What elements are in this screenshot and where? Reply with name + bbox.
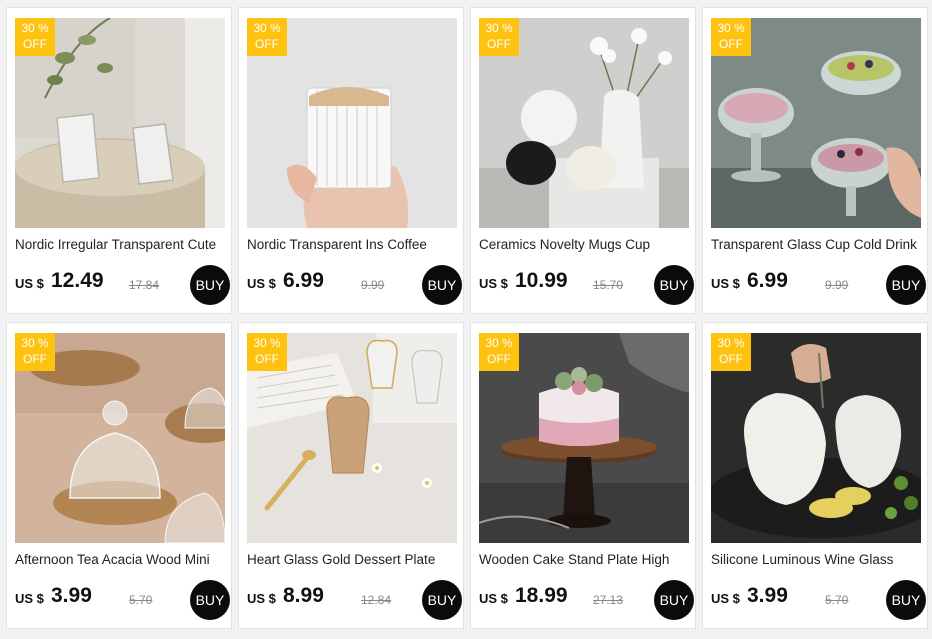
discount-badge: 30 % OFF — [479, 333, 519, 371]
product-title[interactable]: Silicone Luminous Wine Glass — [711, 552, 923, 567]
original-price: 27.13 — [593, 593, 624, 607]
buy-button[interactable]: BUY — [886, 265, 926, 305]
product-image[interactable]: 30 % OFF — [711, 333, 921, 543]
discount-percent: 30 % — [717, 336, 745, 350]
buy-button[interactable]: BUY — [190, 580, 230, 620]
discount-badge: 30 % OFF — [247, 18, 287, 56]
product-card[interactable]: 30 % OFF Ceramics Novelty Mugs Cup US $ … — [470, 7, 696, 314]
sale-price: 6.99 — [747, 269, 788, 292]
sale-price: 8.99 — [283, 584, 324, 607]
price-row: US $ 3.99 5.70 BUY — [711, 578, 926, 620]
discount-percent: 30 % — [485, 336, 513, 350]
buy-button[interactable]: BUY — [422, 580, 462, 620]
product-card[interactable]: 30 % OFF Heart Glass Gold Dessert Plate … — [238, 322, 464, 629]
currency-label: US $ — [479, 276, 508, 291]
discount-off-label: OFF — [23, 37, 47, 51]
discount-off-label: OFF — [719, 352, 743, 366]
discount-percent: 30 % — [485, 21, 513, 35]
original-price: 9.99 — [825, 278, 849, 292]
discount-off-label: OFF — [255, 37, 279, 51]
currency-label: US $ — [247, 276, 276, 291]
product-title[interactable]: Transparent Glass Cup Cold Drink — [711, 237, 923, 252]
product-image[interactable]: 30 % OFF — [247, 333, 457, 543]
currency-label: US $ — [711, 591, 740, 606]
product-title[interactable]: Wooden Cake Stand Plate High — [479, 552, 691, 567]
product-card[interactable]: 30 % OFF Wooden Cake Stand Plate High US… — [470, 322, 696, 629]
sale-price: 10.99 — [515, 269, 568, 292]
product-card[interactable]: 30 % OFF Nordic Irregular Transparent Cu… — [6, 7, 232, 314]
sale-price: 18.99 — [515, 584, 568, 607]
product-title[interactable]: Nordic Transparent Ins Coffee — [247, 237, 459, 252]
buy-button[interactable]: BUY — [422, 265, 462, 305]
product-image[interactable]: 30 % OFF — [479, 18, 689, 228]
currency-label: US $ — [15, 276, 44, 291]
discount-off-label: OFF — [23, 352, 47, 366]
discount-badge: 30 % OFF — [15, 18, 55, 56]
original-price: 5.70 — [129, 593, 153, 607]
discount-off-label: OFF — [487, 352, 511, 366]
product-grid: 30 % OFF Nordic Irregular Transparent Cu… — [6, 7, 928, 629]
discount-off-label: OFF — [719, 37, 743, 51]
product-title[interactable]: Ceramics Novelty Mugs Cup — [479, 237, 691, 252]
currency-label: US $ — [247, 591, 276, 606]
sale-price: 3.99 — [51, 584, 92, 607]
price-row: US $ 3.99 5.70 BUY — [15, 578, 230, 620]
discount-off-label: OFF — [487, 37, 511, 51]
product-title[interactable]: Nordic Irregular Transparent Cute — [15, 237, 227, 252]
original-price: 9.99 — [361, 278, 385, 292]
price-row: US $ 6.99 9.99 BUY — [247, 263, 462, 305]
original-price: 15.70 — [593, 278, 624, 292]
discount-percent: 30 % — [253, 21, 281, 35]
buy-button[interactable]: BUY — [654, 265, 694, 305]
discount-badge: 30 % OFF — [711, 18, 751, 56]
product-image[interactable]: 30 % OFF — [479, 333, 689, 543]
price-row: US $ 18.99 27.13 BUY — [479, 578, 694, 620]
discount-percent: 30 % — [717, 21, 745, 35]
buy-button[interactable]: BUY — [190, 265, 230, 305]
discount-badge: 30 % OFF — [711, 333, 751, 371]
discount-badge: 30 % OFF — [15, 333, 55, 371]
discount-badge: 30 % OFF — [479, 18, 519, 56]
product-title[interactable]: Afternoon Tea Acacia Wood Mini — [15, 552, 227, 567]
product-image[interactable]: 30 % OFF — [711, 18, 921, 228]
discount-percent: 30 % — [21, 21, 49, 35]
discount-badge: 30 % OFF — [247, 333, 287, 371]
product-card[interactable]: 30 % OFF Nordic Transparent Ins Coffee U… — [238, 7, 464, 314]
price-row: US $ 10.99 15.70 BUY — [479, 263, 694, 305]
sale-price: 3.99 — [747, 584, 788, 607]
sale-price: 6.99 — [283, 269, 324, 292]
product-card[interactable]: 30 % OFF Silicone Luminous Wine Glass US… — [702, 322, 928, 629]
product-card[interactable]: 30 % OFF Transparent Glass Cup Cold Drin… — [702, 7, 928, 314]
discount-percent: 30 % — [253, 336, 281, 350]
buy-button[interactable]: BUY — [886, 580, 926, 620]
discount-off-label: OFF — [255, 352, 279, 366]
product-image[interactable]: 30 % OFF — [15, 333, 225, 543]
currency-label: US $ — [711, 276, 740, 291]
currency-label: US $ — [479, 591, 508, 606]
original-price: 5.70 — [825, 593, 849, 607]
buy-button[interactable]: BUY — [654, 580, 694, 620]
price-row: US $ 12.49 17.84 BUY — [15, 263, 230, 305]
product-image[interactable]: 30 % OFF — [247, 18, 457, 228]
sale-price: 12.49 — [51, 269, 104, 292]
discount-percent: 30 % — [21, 336, 49, 350]
product-card[interactable]: 30 % OFF Afternoon Tea Acacia Wood Mini … — [6, 322, 232, 629]
original-price: 17.84 — [129, 278, 160, 292]
product-image[interactable]: 30 % OFF — [15, 18, 225, 228]
original-price: 12.84 — [361, 593, 392, 607]
product-title[interactable]: Heart Glass Gold Dessert Plate — [247, 552, 459, 567]
price-row: US $ 6.99 9.99 BUY — [711, 263, 926, 305]
currency-label: US $ — [15, 591, 44, 606]
price-row: US $ 8.99 12.84 BUY — [247, 578, 462, 620]
